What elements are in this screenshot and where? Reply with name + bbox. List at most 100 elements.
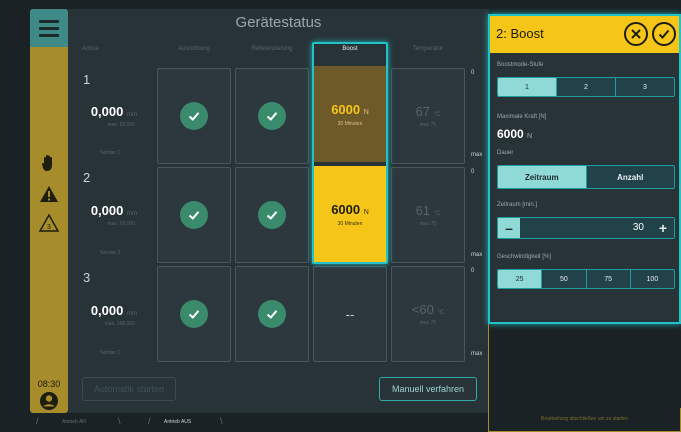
panel-footer: Bearbeitung abschließen um zu starten bbox=[488, 408, 681, 432]
max-force-value: 6000 bbox=[497, 127, 524, 141]
finish-editing-hint: Bearbeitung abschließen um zu starten bbox=[541, 416, 628, 422]
position-unit: mm bbox=[127, 112, 137, 118]
period-label: Zeitraum [min.] bbox=[497, 202, 538, 208]
boost-level-selector: 1 2 3 bbox=[497, 77, 675, 97]
svg-text:3: 3 bbox=[47, 224, 51, 231]
separator-backslash: \ bbox=[220, 416, 223, 426]
column-header-axis: Achse bbox=[82, 46, 99, 52]
max-force-label: Maximale Kraft [N] bbox=[497, 114, 547, 120]
speed-option-100[interactable]: 100 bbox=[629, 270, 674, 288]
close-button[interactable] bbox=[624, 22, 648, 46]
scale-bottom-label: max bbox=[471, 351, 483, 357]
temperature-cell: 61 °C max 75 bbox=[391, 167, 465, 263]
boost-level-label: Boostmode-Stufe bbox=[497, 62, 544, 68]
boost-value: -- bbox=[345, 306, 355, 322]
alignment-cell[interactable] bbox=[157, 266, 231, 362]
referencing-cell[interactable] bbox=[235, 167, 309, 263]
close-icon bbox=[631, 29, 641, 39]
duration-label: Dauer bbox=[497, 150, 514, 156]
boost-level-3[interactable]: 3 bbox=[615, 78, 674, 96]
temperature-max: max 75 bbox=[419, 122, 437, 128]
scale-top-label: 0 bbox=[471, 70, 475, 76]
alignment-cell[interactable] bbox=[157, 167, 231, 263]
axis-position: 0,000 mm max. 50.000 bbox=[83, 104, 155, 128]
referencing-cell[interactable] bbox=[235, 68, 309, 164]
scale-bottom-label: max bbox=[471, 252, 483, 258]
panel-title: 2: Boost bbox=[496, 26, 544, 41]
position-unit: mm bbox=[127, 211, 137, 217]
position-value: 0,000 bbox=[90, 104, 124, 119]
manual-move-button[interactable]: Manuell verfahren bbox=[379, 377, 477, 401]
alignment-cell[interactable] bbox=[157, 68, 231, 164]
menu-button[interactable] bbox=[30, 9, 68, 47]
hand-stop-icon[interactable] bbox=[30, 153, 68, 173]
separator-slash: / bbox=[36, 416, 39, 426]
period-value[interactable]: 30 bbox=[633, 222, 644, 233]
drive-on-status: Antrieb AN bbox=[62, 419, 86, 425]
boost-level-1[interactable]: 1 bbox=[498, 78, 556, 96]
check-icon bbox=[180, 201, 208, 229]
temperature-cell: <60 °C max 75 bbox=[391, 266, 465, 362]
duration-option-period[interactable]: Zeitraum bbox=[498, 166, 586, 188]
temperature-max: max 75 bbox=[419, 320, 437, 326]
temperature-cell: 67 °C max 75 bbox=[391, 68, 465, 164]
warning-count-icon[interactable]: 3 bbox=[30, 214, 68, 232]
status-bar: / Antrieb AN \ / Antrieb AUS \ bbox=[30, 413, 488, 432]
check-icon bbox=[180, 102, 208, 130]
speed-option-50[interactable]: 50 bbox=[541, 270, 586, 288]
temperature-max: max 75 bbox=[419, 221, 437, 227]
temperature-value: <60 bbox=[411, 302, 434, 317]
panel-border bbox=[488, 324, 489, 408]
menu-icon-bar bbox=[39, 26, 59, 30]
start-automatic-button[interactable]: Automatik starten bbox=[82, 377, 176, 401]
separator-backslash: \ bbox=[118, 416, 121, 426]
position-max: max. 50.000 bbox=[107, 122, 135, 128]
decrement-button[interactable]: – bbox=[498, 218, 520, 238]
position-max: max. 100.000 bbox=[104, 321, 135, 327]
scale-bottom-label: max bbox=[471, 152, 483, 158]
column-header-alignment: Ausrichtung bbox=[178, 46, 210, 52]
checkmark-icon bbox=[658, 29, 670, 39]
confirm-button[interactable] bbox=[652, 22, 676, 46]
scale-top-label: 0 bbox=[471, 169, 475, 175]
temperature-unit: °C bbox=[437, 310, 445, 316]
clock-time: 08:30 bbox=[37, 379, 61, 389]
speed-label: Geschwindigkeit [%] bbox=[497, 254, 552, 260]
speed-option-75[interactable]: 75 bbox=[585, 270, 630, 288]
panel-header: 2: Boost bbox=[490, 16, 679, 53]
sensor-label: Sender 1 bbox=[100, 150, 121, 156]
max-force: 6000 N bbox=[497, 127, 532, 141]
user-icon[interactable] bbox=[39, 391, 59, 411]
position-unit: mm bbox=[127, 311, 137, 317]
boost-column-highlight bbox=[312, 42, 388, 264]
position-max: max. 50.000 bbox=[107, 221, 135, 227]
warning-icon[interactable] bbox=[30, 185, 68, 203]
referencing-cell[interactable] bbox=[235, 266, 309, 362]
duration-selector: Zeitraum Anzahl bbox=[497, 165, 675, 189]
scale-top-label: 0 bbox=[471, 268, 475, 274]
speed-selector: 25 50 75 100 bbox=[497, 269, 675, 289]
separator-slash: / bbox=[148, 416, 151, 426]
check-icon bbox=[258, 102, 286, 130]
speed-option-25[interactable]: 25 bbox=[498, 270, 542, 288]
duration-option-count[interactable]: Anzahl bbox=[585, 166, 674, 188]
drive-off-status: Antrieb AUS bbox=[164, 419, 192, 425]
check-icon bbox=[180, 300, 208, 328]
sensor-label: Sender 1 bbox=[100, 350, 121, 356]
increment-button[interactable]: + bbox=[652, 218, 674, 238]
menu-icon-bar bbox=[39, 33, 59, 37]
max-force-unit: N bbox=[527, 133, 533, 140]
temperature-unit: °C bbox=[433, 211, 441, 217]
column-header-referencing: Referenzierung bbox=[251, 46, 293, 52]
sensor-label: Sender 2 bbox=[100, 250, 121, 256]
check-icon bbox=[258, 201, 286, 229]
column-header-temperature: Temperatur bbox=[412, 46, 444, 52]
boost-cell-empty[interactable]: -- bbox=[313, 266, 387, 362]
check-icon bbox=[258, 300, 286, 328]
boost-level-2[interactable]: 2 bbox=[556, 78, 615, 96]
axis-position: 0,000 mm max. 50.000 bbox=[83, 203, 155, 227]
position-value: 0,000 bbox=[90, 303, 124, 318]
axis-number: 2 bbox=[83, 170, 91, 185]
temperature-value: 67 bbox=[415, 104, 431, 119]
position-value: 0,000 bbox=[90, 203, 124, 218]
